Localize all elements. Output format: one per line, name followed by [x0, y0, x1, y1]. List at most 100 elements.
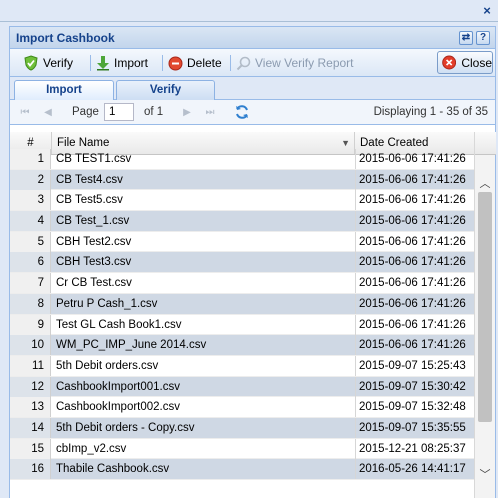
- row-file-name: Test GL Cash Book1.csv: [56, 318, 182, 331]
- next-page-icon[interactable]: ▶: [180, 106, 194, 119]
- close-button[interactable]: Close: [437, 51, 493, 74]
- file-name-header-label: File Name: [57, 137, 110, 149]
- refresh-icon[interactable]: [234, 104, 250, 120]
- row-date-created: 2015-06-06 17:41:26: [355, 149, 475, 169]
- outer-titlebar: ×: [0, 0, 498, 22]
- toolbar: Verify Import Delete View Verify Report …: [10, 49, 495, 77]
- table-row[interactable]: 12 CashbookImport001.csv 2015-09-07 15:30:…: [10, 376, 475, 398]
- verify-label: Verify: [43, 56, 74, 70]
- row-number: 4: [10, 211, 51, 232]
- row-number: 5: [10, 231, 51, 252]
- row-date-created: 2015-06-06 17:41:26: [355, 211, 475, 232]
- row-number: 12: [10, 376, 51, 397]
- table-row[interactable]: 8 Petru P Cash_1.csv 2015-06-06 17:41:26: [10, 293, 475, 315]
- row-file-name: CB Test5.csv: [56, 194, 123, 207]
- table-row[interactable]: 13 CashbookImport002.csv 2015-09-07 15:32:…: [10, 397, 475, 418]
- row-date-created: 2015-06-06 17:41:26: [355, 314, 475, 335]
- row-date-created: 2015-12-21 08:25:37: [355, 438, 475, 459]
- first-page-icon[interactable]: ⏮: [18, 106, 32, 119]
- row-number: 1: [10, 149, 51, 169]
- toolbar-divider: [230, 55, 231, 71]
- table-row[interactable]: 7 Cr CB Test.csv 2015-06-06 17:41:26: [10, 273, 475, 294]
- scroll-up-icon[interactable]: ︿: [479, 178, 491, 190]
- row-number: 3: [10, 190, 51, 211]
- delete-button[interactable]: Delete: [165, 53, 225, 73]
- shield-check-icon: [24, 55, 38, 71]
- row-file-name: CBH Test3.csv: [56, 256, 132, 269]
- row-file-name: CashbookImport002.csv: [56, 401, 181, 414]
- tab-strip: Import Verify: [10, 77, 495, 101]
- paging-toolbar: ⏮ ◀ Page of 1 ▶ ⏭ Displaying 1 - 35 of 3…: [10, 100, 495, 125]
- window-header: Import Cashbook ⇄ ?: [10, 27, 495, 49]
- row-file-name: Thabile Cashbook.csv: [56, 463, 170, 476]
- import-label: Import: [114, 56, 149, 70]
- table-row[interactable]: 6 CBH Test3.csv 2015-06-06 17:41:26: [10, 252, 475, 274]
- row-file-name: 5th Debit orders - Copy.csv: [56, 421, 195, 434]
- row-file-name: Petru P Cash_1.csv: [56, 297, 158, 310]
- table-row[interactable]: 15 cbImp_v2.csv 2015-12-21 08:25:37: [10, 438, 475, 460]
- row-file-name: CBH Test2.csv: [56, 235, 132, 248]
- table-row[interactable]: 14 5th Debit orders - Copy.csv 2015-09-07 …: [10, 417, 475, 439]
- row-number: 2: [10, 169, 51, 190]
- window-title: Import Cashbook: [16, 31, 115, 45]
- scrollbar-header-filler: [475, 132, 496, 155]
- row-date-created: 2015-06-06 17:41:26: [355, 231, 475, 252]
- last-page-icon[interactable]: ⏭: [203, 106, 217, 119]
- download-arrow-icon: [97, 56, 109, 71]
- tab-import[interactable]: Import: [14, 80, 114, 101]
- row-date-created: 2015-06-06 17:41:26: [355, 190, 475, 211]
- grid-body: 1 CB TEST1.csv 2015-06-06 17:41:26 2 CB Test…: [10, 149, 475, 480]
- row-number: 16: [10, 459, 51, 480]
- table-row[interactable]: 5 CBH Test2.csv 2015-06-06 17:41:26: [10, 231, 475, 253]
- scrollbar-thumb[interactable]: [478, 192, 492, 422]
- outer-close-icon[interactable]: ×: [480, 4, 494, 18]
- vertical-scrollbar[interactable]: ︿ ﹀: [474, 132, 496, 498]
- row-file-name: Cr CB Test.csv: [56, 277, 132, 290]
- import-button[interactable]: Import: [93, 53, 151, 73]
- import-cashbook-window: Import Cashbook ⇄ ? Verify Import Delete…: [9, 26, 496, 498]
- row-date-created: 2015-06-06 17:41:26: [355, 335, 475, 356]
- view-verify-report-label: View Verify Report: [255, 56, 354, 70]
- table-row[interactable]: 2 CB Test4.csv 2015-06-06 17:41:26: [10, 169, 475, 191]
- row-number: 11: [10, 355, 51, 376]
- row-number: 6: [10, 252, 51, 273]
- row-date-created: 2015-09-07 15:35:55: [355, 417, 475, 438]
- page-number-input[interactable]: [104, 103, 134, 121]
- help-icon[interactable]: ?: [476, 31, 490, 45]
- table-row[interactable]: 9 Test GL Cash Book1.csv 2015-06-06 17:41:…: [10, 314, 475, 336]
- row-date-created: 2015-09-07 15:32:48: [355, 397, 475, 418]
- row-date-created: 2015-06-06 17:41:26: [355, 293, 475, 314]
- tab-verify[interactable]: Verify: [116, 80, 215, 100]
- magnifier-icon: [236, 56, 251, 70]
- prev-page-icon[interactable]: ◀: [41, 106, 55, 119]
- row-date-created: 2015-06-06 17:41:26: [355, 252, 475, 273]
- row-number: 9: [10, 314, 51, 335]
- refresh-icon[interactable]: ⇄: [459, 31, 473, 45]
- row-number: 10: [10, 335, 51, 356]
- row-number: 14: [10, 417, 51, 438]
- row-number: 13: [10, 397, 51, 418]
- table-row[interactable]: 3 CB Test5.csv 2015-06-06 17:41:26: [10, 190, 475, 212]
- scroll-down-icon[interactable]: ﹀: [479, 469, 491, 481]
- table-row[interactable]: 4 CB Test_1.csv 2015-06-06 17:41:26: [10, 211, 475, 232]
- delete-icon: [168, 56, 183, 70]
- row-file-name: 5th Debit orders.csv: [56, 359, 159, 372]
- view-verify-report-button[interactable]: View Verify Report: [233, 53, 357, 73]
- row-file-name: CB TEST1.csv: [56, 153, 132, 165]
- row-number: 15: [10, 438, 51, 459]
- row-date-created: 2016-05-26 14:41:17: [355, 459, 475, 480]
- paging-display-text: Displaying 1 - 35 of 35: [373, 106, 488, 118]
- table-row[interactable]: 16 Thabile Cashbook.csv 2016-05-26 14:41:1…: [10, 459, 475, 480]
- row-date-created: 2015-09-07 15:25:43: [355, 355, 475, 376]
- toolbar-divider: [90, 55, 91, 71]
- row-file-name: cbImp_v2.csv: [56, 442, 127, 455]
- table-row[interactable]: 1 CB TEST1.csv 2015-06-06 17:41:26: [10, 149, 475, 170]
- table-row[interactable]: 11 5th Debit orders.csv 2015-09-07 15:25:4…: [10, 355, 475, 377]
- close-label: Close: [461, 55, 492, 70]
- row-date-created: 2015-09-07 15:30:42: [355, 376, 475, 397]
- table-row[interactable]: 10 WM_PC_IMP_June 2014.csv 2015-06-06 17:4…: [10, 335, 475, 356]
- row-file-name: CashbookImport001.csv: [56, 380, 181, 393]
- row-number: 8: [10, 293, 51, 314]
- verify-button[interactable]: Verify: [20, 53, 76, 73]
- delete-label: Delete: [187, 56, 222, 70]
